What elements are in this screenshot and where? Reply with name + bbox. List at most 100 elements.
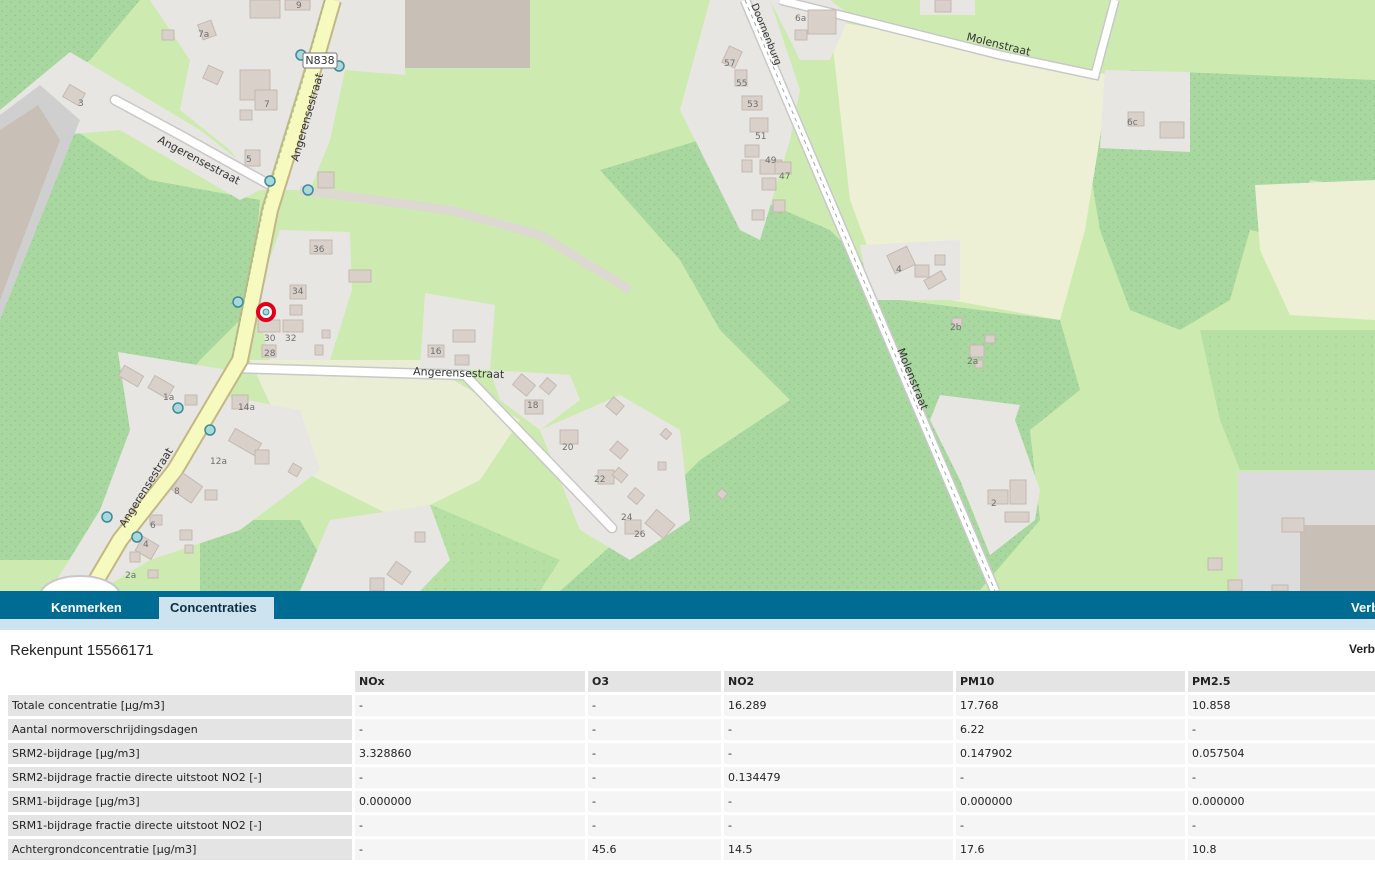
svg-text:2a: 2a	[967, 357, 978, 367]
table-cell: 0.147902	[953, 743, 1185, 767]
table-cell: -	[1185, 815, 1375, 839]
column-header-no2: NO2	[721, 671, 953, 695]
route-shield-label: N838	[305, 54, 334, 67]
table-cell: 6.22	[953, 719, 1185, 743]
table-cell: 10.8	[1185, 839, 1375, 863]
table-cell: -	[721, 791, 953, 815]
table-row: SRM2-bijdrage fractie directe uitstoot N…	[8, 767, 1375, 791]
table-cell: -	[352, 839, 585, 863]
table-row: SRM1-bijdrage [µg/m3] 0.000000 - - 0.000…	[8, 791, 1375, 815]
column-header-pm10: PM10	[953, 671, 1185, 695]
tab-kenmerken[interactable]: Kenmerken	[40, 597, 133, 619]
table-cell: 10.858	[1185, 695, 1375, 719]
svg-text:6a: 6a	[795, 14, 806, 24]
table-cell: -	[585, 743, 721, 767]
svg-text:36: 36	[313, 245, 325, 255]
tab-concentraties[interactable]: Concentraties	[159, 597, 274, 619]
table-cell: -	[585, 719, 721, 743]
svg-text:9: 9	[296, 1, 302, 11]
svg-text:14a: 14a	[238, 403, 255, 413]
map-view[interactable]: N838 Angerensestraat Angerensestraat Ang…	[0, 0, 1375, 591]
table-cell: 0.057504	[1185, 743, 1375, 767]
table-row: SRM1-bijdrage fractie directe uitstoot N…	[8, 815, 1375, 839]
table-cell: -	[585, 695, 721, 719]
table-cell: -	[352, 815, 585, 839]
table-row: Aantal normoverschrijdingsdagen - - - 6.…	[8, 719, 1375, 743]
calculation-point-marker[interactable]	[256, 302, 276, 322]
row-label: Totale concentratie [µg/m3]	[8, 695, 352, 719]
table-cell: -	[1185, 719, 1375, 743]
svg-text:22: 22	[594, 475, 605, 485]
svg-text:55: 55	[736, 79, 747, 89]
row-label: SRM2-bijdrage fractie directe uitstoot N…	[8, 767, 352, 791]
svg-text:6: 6	[150, 521, 156, 531]
row-label: SRM1-bijdrage fractie directe uitstoot N…	[8, 815, 352, 839]
svg-text:18: 18	[527, 401, 539, 411]
column-header-o3: O3	[585, 671, 721, 695]
table-cell: -	[585, 791, 721, 815]
table-cell: -	[953, 815, 1185, 839]
svg-text:16: 16	[430, 347, 442, 357]
table-row: SRM2-bijdrage [µg/m3] 3.328860 - - 0.147…	[8, 743, 1375, 767]
svg-text:2b: 2b	[950, 323, 962, 333]
table-cell: -	[721, 719, 953, 743]
svg-text:20: 20	[562, 443, 574, 453]
svg-text:5: 5	[246, 155, 252, 165]
svg-text:26: 26	[634, 530, 646, 540]
table-cell: -	[352, 695, 585, 719]
table-cell: 0.000000	[1185, 791, 1375, 815]
table-cell: 0.000000	[953, 791, 1185, 815]
row-label: Achtergrondconcentratie [µg/m3]	[8, 839, 352, 863]
svg-text:47: 47	[779, 172, 790, 182]
svg-text:4: 4	[896, 265, 902, 275]
svg-text:28: 28	[264, 349, 276, 359]
table-cell: 17.768	[953, 695, 1185, 719]
column-header-nox: NOx	[352, 671, 585, 695]
tab-bar: Kenmerken Concentraties Verb	[0, 591, 1375, 619]
panel-right-link[interactable]: Verb	[1349, 642, 1375, 656]
table-header-row: NOx O3 NO2 PM10 PM2.5	[8, 671, 1375, 695]
svg-text:57: 57	[724, 59, 735, 69]
map-canvas[interactable]: N838 Angerensestraat Angerensestraat Ang…	[0, 0, 1375, 591]
table-cell: -	[585, 815, 721, 839]
row-label: SRM2-bijdrage [µg/m3]	[8, 743, 352, 767]
svg-text:24: 24	[621, 513, 633, 523]
svg-text:2: 2	[991, 499, 997, 509]
svg-text:32: 32	[285, 334, 296, 344]
table-cell: 16.289	[721, 695, 953, 719]
svg-text:7a: 7a	[198, 30, 209, 40]
table-cell: 14.5	[721, 839, 953, 863]
table-row: Achtergrondconcentratie [µg/m3] - 45.6 1…	[8, 839, 1375, 863]
svg-text:12a: 12a	[210, 457, 227, 467]
svg-text:7: 7	[264, 100, 270, 110]
column-header-pm25: PM2.5	[1185, 671, 1375, 695]
table-cell: -	[1185, 767, 1375, 791]
table-cell: 0.000000	[352, 791, 585, 815]
table-cell: 0.134479	[721, 767, 953, 791]
info-panel: Rekenpunt 15566171 Verb NOx O3 NO2 PM10 …	[0, 630, 1375, 886]
svg-text:34: 34	[292, 287, 304, 297]
svg-text:2a: 2a	[125, 571, 136, 581]
tab-verb[interactable]: Verb	[1340, 597, 1375, 619]
svg-text:6c: 6c	[1127, 118, 1138, 128]
tab-underline	[0, 619, 1375, 630]
table-cell: -	[585, 767, 721, 791]
row-label: Aantal normoverschrijdingsdagen	[8, 719, 352, 743]
table-cell: -	[721, 743, 953, 767]
panel-title: Rekenpunt 15566171	[10, 642, 154, 659]
table-cell: 45.6	[585, 839, 721, 863]
table-cell: 17.6	[953, 839, 1185, 863]
table-header-blank	[8, 671, 352, 695]
svg-text:4: 4	[143, 540, 149, 550]
svg-text:8: 8	[174, 487, 180, 497]
table-cell: -	[352, 767, 585, 791]
svg-text:3: 3	[78, 99, 84, 109]
svg-text:51: 51	[755, 132, 766, 142]
svg-text:1a: 1a	[163, 393, 174, 403]
table-cell: -	[953, 767, 1185, 791]
svg-text:53: 53	[747, 100, 758, 110]
concentration-table: NOx O3 NO2 PM10 PM2.5 Totale concentrati…	[8, 671, 1375, 863]
table-row: Totale concentratie [µg/m3] - - 16.289 1…	[8, 695, 1375, 719]
table-cell: -	[721, 815, 953, 839]
svg-text:49: 49	[765, 156, 777, 166]
